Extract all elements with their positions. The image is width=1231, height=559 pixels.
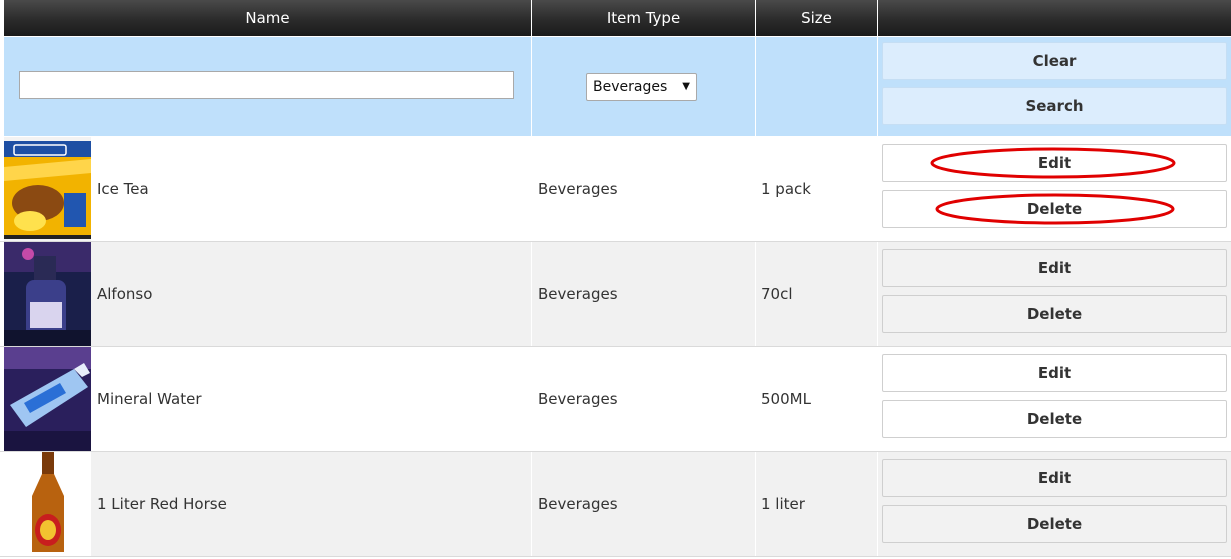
item-type: Beverages — [538, 180, 618, 198]
items-table: Name Item Type Size Beverages ▼ Clear Se… — [0, 0, 1231, 559]
name-cell: Alfonso — [4, 242, 531, 346]
name-filter-cell — [4, 37, 531, 136]
edit-button[interactable]: Edit — [882, 249, 1227, 287]
item-type-select[interactable]: Beverages ▼ — [586, 73, 697, 101]
item-size: 70cl — [761, 285, 793, 303]
size-cell: 500ML — [756, 347, 877, 451]
table-row: 1 Liter Red Horse Beverages 1 liter Edit… — [0, 452, 1231, 556]
item-type-cell: Beverages — [532, 452, 755, 556]
clear-button[interactable]: Clear — [882, 42, 1227, 80]
item-name: Alfonso — [97, 285, 153, 303]
item-size: 500ML — [761, 390, 811, 408]
item-name: Ice Tea — [97, 180, 149, 198]
item-name: Mineral Water — [97, 390, 202, 408]
table-row: Ice Tea Beverages 1 pack Edit Delete — [0, 137, 1231, 241]
dropdown-caret-icon: ▼ — [682, 81, 690, 92]
size-cell: 1 liter — [756, 452, 877, 556]
item-type-cell: Beverages — [532, 242, 755, 346]
actions-cell: Edit Delete — [878, 137, 1231, 241]
edit-button[interactable]: Edit — [882, 144, 1227, 182]
actions-cell: Edit Delete — [878, 452, 1231, 556]
size-filter-cell — [756, 37, 877, 136]
ice-tea-thumbnail — [4, 137, 91, 241]
edit-button[interactable]: Edit — [882, 354, 1227, 392]
item-type-select-value: Beverages — [593, 79, 668, 95]
red-horse-thumbnail — [4, 452, 91, 556]
size-cell: 1 pack — [756, 137, 877, 241]
column-header-name[interactable]: Name — [4, 0, 531, 36]
mineral-water-thumbnail — [4, 347, 91, 451]
delete-button[interactable]: Delete — [882, 295, 1227, 333]
item-type-cell: Beverages — [532, 347, 755, 451]
item-type-cell: Beverages — [532, 137, 755, 241]
item-type: Beverages — [538, 285, 618, 303]
table-row: Alfonso Beverages 70cl Edit Delete — [0, 242, 1231, 346]
delete-button[interactable]: Delete — [882, 505, 1227, 543]
edit-button[interactable]: Edit — [882, 459, 1227, 497]
column-header-item-type[interactable]: Item Type — [532, 0, 755, 36]
table-header: Name Item Type Size — [0, 0, 1231, 36]
table-row: Mineral Water Beverages 500ML Edit Delet… — [0, 347, 1231, 451]
alfonso-thumbnail — [4, 242, 91, 346]
delete-button[interactable]: Delete — [882, 190, 1227, 228]
name-filter-input[interactable] — [19, 71, 514, 99]
name-cell: Ice Tea — [4, 137, 531, 241]
row-divider — [0, 556, 1231, 557]
item-name: 1 Liter Red Horse — [97, 495, 227, 513]
item-type: Beverages — [538, 495, 618, 513]
search-button[interactable]: Search — [882, 87, 1227, 125]
name-cell: Mineral Water — [4, 347, 531, 451]
delete-button[interactable]: Delete — [882, 400, 1227, 438]
item-size: 1 pack — [761, 180, 811, 198]
size-cell: 70cl — [756, 242, 877, 346]
actions-cell: Edit Delete — [878, 347, 1231, 451]
name-cell: 1 Liter Red Horse — [4, 452, 531, 556]
column-header-size[interactable]: Size — [756, 0, 877, 36]
item-size: 1 liter — [761, 495, 805, 513]
filter-actions-cell: Clear Search — [878, 37, 1231, 136]
actions-cell: Edit Delete — [878, 242, 1231, 346]
column-header-actions — [878, 0, 1231, 36]
filter-row: Beverages ▼ Clear Search — [0, 37, 1231, 136]
item-type-filter-cell: Beverages ▼ — [532, 37, 755, 136]
item-type: Beverages — [538, 390, 618, 408]
